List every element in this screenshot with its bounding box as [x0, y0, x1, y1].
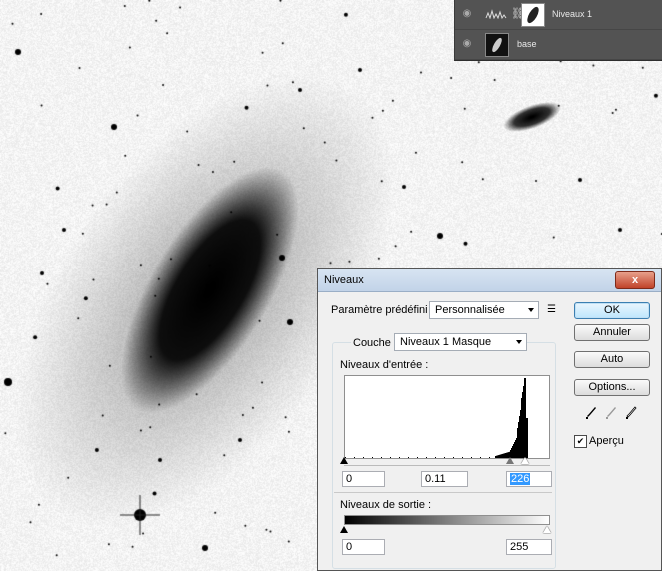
black-eyedropper-icon[interactable]: [585, 406, 597, 420]
histogram-bar: [381, 457, 382, 458]
histogram-bar: [426, 457, 427, 458]
input-black-field[interactable]: 0: [342, 471, 385, 487]
channel-value: Niveaux 1 Masque: [400, 336, 492, 348]
histogram-bar: [524, 378, 525, 458]
chevron-down-icon: [528, 308, 534, 312]
histogram-bar: [399, 457, 400, 458]
histogram-bar: [408, 457, 409, 458]
output-gradient: [344, 515, 550, 525]
histogram-bar: [527, 418, 528, 458]
histogram-bar: [354, 457, 355, 458]
histogram-bar: [513, 444, 514, 458]
histogram-bar: [363, 457, 364, 458]
histogram-bar: [515, 440, 516, 458]
cancel-button[interactable]: Annuler: [574, 324, 650, 341]
ok-button[interactable]: OK: [574, 302, 650, 319]
histogram-bar: [523, 386, 524, 458]
histogram-bar: [514, 442, 515, 458]
preset-options-icon[interactable]: ☰: [547, 304, 556, 315]
histogram-bar: [500, 454, 501, 458]
input-levels-label: Niveaux d'entrée :: [340, 359, 429, 371]
dialog-titlebar[interactable]: Niveaux x: [318, 269, 661, 292]
output-black-field[interactable]: 0: [342, 539, 385, 555]
output-black-slider[interactable]: [340, 526, 348, 533]
output-levels-label: Niveaux de sortie :: [340, 499, 432, 511]
input-gamma-value: 0.11: [425, 473, 446, 485]
input-white-field[interactable]: 226: [506, 471, 552, 487]
histogram-bar: [525, 378, 526, 458]
preset-select[interactable]: Personnalisée: [429, 301, 539, 319]
preview-label[interactable]: Aperçu: [589, 435, 624, 447]
histogram-bar: [520, 410, 521, 458]
chevron-down-icon: [516, 340, 522, 344]
output-white-slider[interactable]: [543, 526, 551, 533]
mask-thumbnail[interactable]: [521, 3, 545, 27]
histogram-bar: [501, 454, 502, 458]
preset-value: Personnalisée: [435, 304, 505, 316]
histogram-bar: [453, 457, 454, 458]
dialog-title: Niveaux: [324, 274, 364, 286]
input-black-slider[interactable]: [340, 457, 348, 464]
levels-dialog: Niveaux x Paramètre prédéfini : Personna…: [317, 268, 662, 571]
histogram-bar: [417, 457, 418, 458]
options-button[interactable]: Options...: [574, 379, 650, 396]
histogram-bar: [435, 457, 436, 458]
histogram-bar: [522, 392, 523, 458]
output-white-value: 255: [510, 541, 529, 553]
layer-name: base: [517, 39, 537, 49]
histogram-bar: [502, 453, 503, 458]
output-black-value: 0: [346, 541, 353, 553]
histogram-bar: [480, 457, 481, 458]
layer-name: Niveaux 1: [552, 9, 593, 19]
input-black-value: 0: [346, 473, 353, 485]
layer-row-base[interactable]: ◉ base: [455, 30, 662, 60]
input-gamma-slider[interactable]: [506, 457, 514, 464]
layers-panel: ◉ ⛓ Niveaux 1 ◉ base: [454, 0, 662, 61]
separator: [334, 492, 552, 493]
eye-icon[interactable]: ◉: [461, 9, 473, 19]
histogram-bar: [519, 416, 520, 458]
histogram-bar: [521, 398, 522, 458]
histogram-bar: [462, 457, 463, 458]
histogram-bar: [499, 454, 500, 458]
channel-label: Couche :: [351, 337, 400, 349]
levels-adjustment-icon: [485, 9, 507, 20]
gray-eyedropper-icon[interactable]: [605, 406, 617, 420]
histogram-bar: [497, 455, 498, 458]
channel-select[interactable]: Niveaux 1 Masque: [394, 333, 527, 351]
histogram-bar: [489, 457, 490, 458]
preset-label: Paramètre prédéfini :: [331, 304, 434, 316]
input-slider-track: [344, 465, 550, 466]
histogram-bar: [372, 457, 373, 458]
input-white-slider[interactable]: [521, 457, 529, 464]
histogram-bar: [444, 457, 445, 458]
histogram-bar: [503, 453, 504, 458]
output-white-field[interactable]: 255: [506, 539, 552, 555]
histogram-bar: [518, 422, 519, 458]
histogram-bar: [498, 455, 499, 458]
white-eyedropper-icon[interactable]: [625, 406, 637, 420]
input-white-value: 226: [510, 473, 531, 485]
eye-icon[interactable]: ◉: [461, 39, 473, 49]
preview-checkbox[interactable]: ✔: [574, 435, 587, 448]
histogram-bar: [471, 457, 472, 458]
histogram-bar: [495, 456, 496, 458]
histogram-bar: [516, 438, 517, 458]
histogram-bar: [526, 418, 527, 458]
close-button[interactable]: x: [615, 271, 655, 289]
histogram-bar: [517, 428, 518, 458]
layer-row-niveaux[interactable]: ◉ ⛓ Niveaux 1: [455, 0, 662, 30]
histogram-bar: [496, 455, 497, 458]
histogram: [344, 375, 550, 459]
image-thumbnail-icon[interactable]: [485, 33, 509, 57]
input-gamma-field[interactable]: 0.11: [421, 471, 468, 487]
auto-button[interactable]: Auto: [574, 351, 650, 368]
histogram-bar: [390, 457, 391, 458]
histogram-bar: [504, 453, 505, 458]
